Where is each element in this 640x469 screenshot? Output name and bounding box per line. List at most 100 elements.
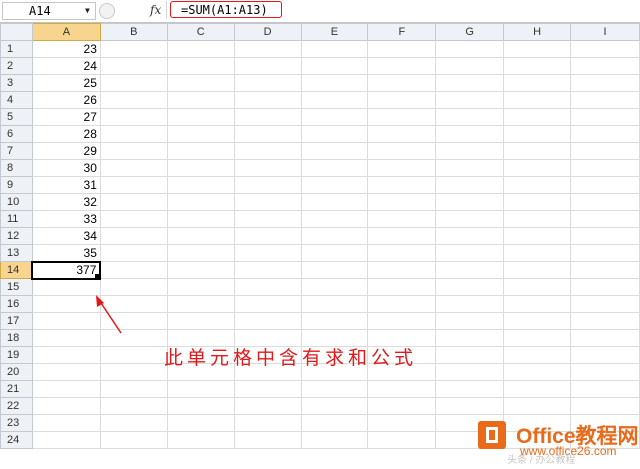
cell-a19[interactable] <box>31 346 101 364</box>
cell-b7[interactable] <box>99 142 168 160</box>
dropdown-arrow-icon[interactable]: ▼ <box>85 3 90 19</box>
cell-h20[interactable] <box>503 363 571 381</box>
cell-h13[interactable] <box>503 244 571 262</box>
fill-handle[interactable] <box>95 273 99 277</box>
cell-c22[interactable] <box>166 397 235 415</box>
row-header-20[interactable]: 20 <box>0 363 33 381</box>
row-header-7[interactable]: 7 <box>0 142 33 160</box>
cell-h6[interactable] <box>503 125 571 143</box>
cell-i22[interactable] <box>570 397 640 415</box>
formula-bar-splitter[interactable] <box>99 3 115 19</box>
cell-a16[interactable] <box>31 295 101 313</box>
cell-i4[interactable] <box>570 91 640 109</box>
cell-h9[interactable] <box>503 176 571 194</box>
cell-c23[interactable] <box>166 414 235 432</box>
cell-f1[interactable] <box>367 40 437 58</box>
cell-b20[interactable] <box>99 363 168 381</box>
cell-f6[interactable] <box>367 125 437 143</box>
row-header-23[interactable]: 23 <box>0 414 33 432</box>
cell-h15[interactable] <box>503 278 571 296</box>
row-header-17[interactable]: 17 <box>0 312 33 330</box>
cell-a8[interactable]: 30 <box>31 159 101 177</box>
cell-f4[interactable] <box>367 91 437 109</box>
row-header-8[interactable]: 8 <box>0 159 33 177</box>
cell-f16[interactable] <box>367 295 437 313</box>
cell-i19[interactable] <box>570 346 640 364</box>
cell-f3[interactable] <box>367 74 437 92</box>
cell-d10[interactable] <box>233 193 302 211</box>
cell-e17[interactable] <box>300 312 369 330</box>
cell-b17[interactable] <box>99 312 168 330</box>
row-header-24[interactable]: 24 <box>0 431 33 449</box>
cell-a9[interactable]: 31 <box>31 176 101 194</box>
row-header-1[interactable]: 1 <box>0 40 33 58</box>
cell-e24[interactable] <box>300 431 369 449</box>
column-header-a[interactable]: A <box>31 23 101 41</box>
cell-g11[interactable] <box>435 210 505 228</box>
cell-e7[interactable] <box>300 142 369 160</box>
cell-b19[interactable] <box>99 346 168 364</box>
cell-f11[interactable] <box>367 210 437 228</box>
cell-e13[interactable] <box>300 244 369 262</box>
cell-e14[interactable] <box>300 261 369 279</box>
cell-a7[interactable]: 29 <box>31 142 101 160</box>
row-header-9[interactable]: 9 <box>0 176 33 194</box>
cell-f24[interactable] <box>367 431 437 449</box>
cell-i1[interactable] <box>570 40 640 58</box>
row-header-14[interactable]: 14 <box>0 261 33 279</box>
cell-e15[interactable] <box>300 278 369 296</box>
cell-i12[interactable] <box>570 227 640 245</box>
cell-i15[interactable] <box>570 278 640 296</box>
cell-e2[interactable] <box>300 57 369 75</box>
cell-b11[interactable] <box>99 210 168 228</box>
cell-c13[interactable] <box>166 244 235 262</box>
cell-d3[interactable] <box>233 74 302 92</box>
cell-d15[interactable] <box>233 278 302 296</box>
cell-a5[interactable]: 27 <box>31 108 101 126</box>
cell-b6[interactable] <box>99 125 168 143</box>
row-header-15[interactable]: 15 <box>0 278 33 296</box>
cell-g10[interactable] <box>435 193 505 211</box>
row-header-6[interactable]: 6 <box>0 125 33 143</box>
cell-a3[interactable]: 25 <box>31 74 101 92</box>
cell-e9[interactable] <box>300 176 369 194</box>
cell-b3[interactable] <box>99 74 168 92</box>
cell-g14[interactable] <box>435 261 505 279</box>
cell-d22[interactable] <box>233 397 302 415</box>
cell-a15[interactable] <box>31 278 101 296</box>
cell-f15[interactable] <box>367 278 437 296</box>
cell-g20[interactable] <box>435 363 505 381</box>
cell-h8[interactable] <box>503 159 571 177</box>
cell-c24[interactable] <box>166 431 235 449</box>
cell-i17[interactable] <box>570 312 640 330</box>
cell-f9[interactable] <box>367 176 437 194</box>
name-box[interactable]: A14 ▼ <box>2 2 96 20</box>
cell-a17[interactable] <box>31 312 101 330</box>
column-header-e[interactable]: E <box>300 23 369 41</box>
cell-f23[interactable] <box>367 414 437 432</box>
cell-c5[interactable] <box>166 108 235 126</box>
cell-f8[interactable] <box>367 159 437 177</box>
row-header-2[interactable]: 2 <box>0 57 33 75</box>
column-header-d[interactable]: D <box>233 23 302 41</box>
cell-d17[interactable] <box>233 312 302 330</box>
cell-d14[interactable] <box>233 261 302 279</box>
cell-a14[interactable]: 377 <box>31 260 102 280</box>
cell-f7[interactable] <box>367 142 437 160</box>
cell-b4[interactable] <box>99 91 168 109</box>
column-header-b[interactable]: B <box>99 23 168 41</box>
cell-d4[interactable] <box>233 91 302 109</box>
cell-e12[interactable] <box>300 227 369 245</box>
cell-d13[interactable] <box>233 244 302 262</box>
column-header-f[interactable]: F <box>367 23 437 41</box>
cell-f2[interactable] <box>367 57 437 75</box>
cell-e3[interactable] <box>300 74 369 92</box>
cell-b12[interactable] <box>99 227 168 245</box>
cell-c16[interactable] <box>166 295 235 313</box>
insert-function-icon[interactable]: fx <box>150 2 161 18</box>
cell-a4[interactable]: 26 <box>31 91 101 109</box>
column-header-g[interactable]: G <box>435 23 505 41</box>
cell-i3[interactable] <box>570 74 640 92</box>
column-header-c[interactable]: C <box>166 23 235 41</box>
cell-g16[interactable] <box>435 295 505 313</box>
